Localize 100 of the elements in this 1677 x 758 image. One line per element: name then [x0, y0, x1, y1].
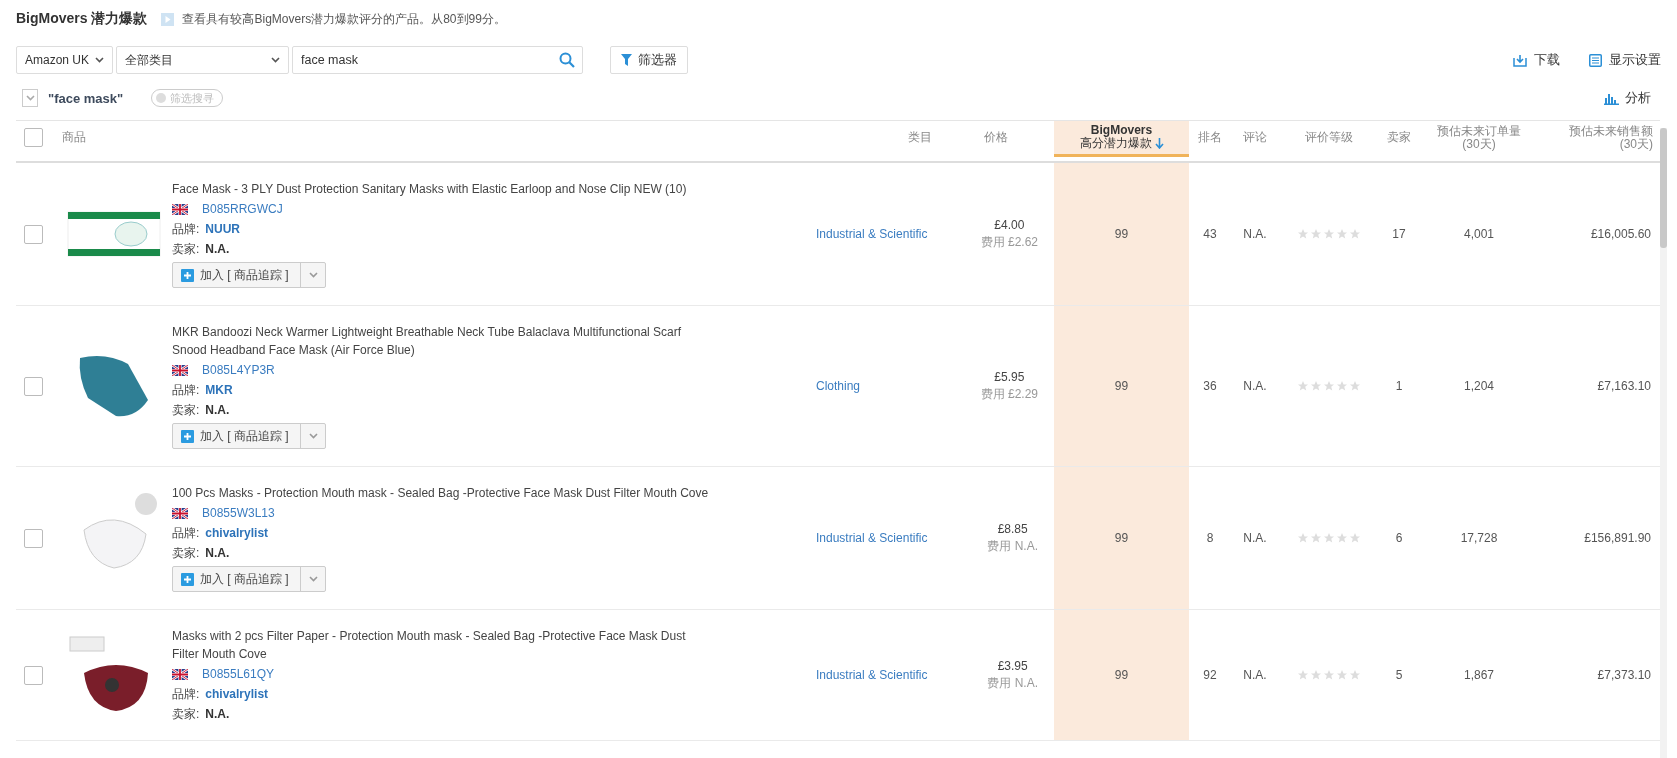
seller-value: N.A.	[205, 707, 230, 721]
column-header[interactable]: 预估未来订单量 (30天)	[1419, 121, 1539, 155]
asin-link[interactable]: B0855L61QY	[202, 667, 275, 681]
brand-label: 品牌:	[172, 524, 200, 542]
row-checkbox[interactable]	[24, 528, 43, 548]
seller-label: 卖家:	[172, 240, 200, 258]
sellers-text: 6	[1395, 531, 1403, 545]
page-title: BigMovers 潜力爆款	[16, 10, 148, 28]
fee-text: 费用 £2.29	[980, 385, 1038, 403]
orders-text: 4,001	[1464, 227, 1494, 241]
filter-button[interactable]: 筛选器	[610, 46, 688, 74]
sellers-text: 5	[1395, 668, 1403, 682]
category-dropdown[interactable]: 全部类目	[116, 46, 289, 74]
rank-text: 43	[1203, 227, 1217, 241]
add-to-tracking-button[interactable]: 加入 [ 商品追踪 ]	[173, 424, 301, 448]
brand-link[interactable]: chivalrylist	[205, 687, 269, 701]
column-header[interactable]: 预估未来销售额 (30天)	[1539, 121, 1659, 155]
category-link[interactable]: Industrial & Scientific	[816, 227, 928, 241]
caret-icon	[308, 272, 318, 278]
seller-value: N.A.	[205, 403, 230, 417]
seller-value: N.A.	[205, 546, 230, 560]
fee-text: 费用 N.A.	[987, 674, 1038, 692]
sales-text: £7,373.10	[1597, 668, 1651, 682]
row-checkbox[interactable]	[24, 224, 43, 244]
row-checkbox[interactable]	[24, 665, 43, 685]
column-header[interactable]: BigMovers 高分潜力爆款	[1054, 121, 1189, 157]
category-link[interactable]: Industrial & Scientific	[816, 531, 928, 545]
column-header[interactable]: 评论	[1231, 121, 1279, 155]
scrollbar[interactable]	[1660, 128, 1667, 758]
info-text: 查看具有较高BigMovers潜力爆款评分的产品。从80到99分。	[182, 10, 506, 28]
price-text: £8.85	[997, 521, 1028, 536]
caret-icon	[308, 433, 318, 439]
analyze-button[interactable]: 分析	[1604, 89, 1651, 107]
brand-label: 品牌:	[172, 685, 200, 703]
caret-icon	[95, 57, 104, 63]
star-icon	[1336, 669, 1348, 681]
filter-icon	[621, 54, 632, 66]
price-text: £4.00	[994, 217, 1025, 232]
select-all-checkbox[interactable]	[24, 128, 43, 148]
marketplace-dropdown[interactable]: Amazon UK	[16, 46, 113, 74]
search-field[interactable]: face mask	[292, 46, 583, 74]
add-to-tracking-button[interactable]: 加入 [ 商品追踪 ]	[173, 263, 301, 287]
category-link[interactable]: Clothing	[816, 379, 861, 393]
column-header[interactable]: 卖家	[1379, 121, 1419, 155]
asin-link[interactable]: B085RRGWCJ	[202, 202, 283, 216]
keyword-label: "face mask"	[48, 90, 124, 106]
column-header[interactable]: 类目	[808, 121, 938, 155]
seller-value: N.A.	[205, 242, 230, 256]
reviews-text: N.A.	[1243, 531, 1267, 545]
row-checkbox[interactable]	[24, 376, 43, 396]
bar-chart-icon	[1604, 91, 1619, 105]
column-header[interactable]: 价格	[938, 121, 1054, 155]
brand-label: 品牌:	[172, 381, 200, 399]
column-header[interactable]: 排名	[1189, 121, 1231, 155]
flag-icon	[172, 364, 188, 376]
brand-link[interactable]: MKR	[205, 383, 233, 397]
score-text: 99	[1114, 379, 1129, 393]
product-title: Masks with 2 pcs Filter Paper - Protection Mouth mask - Sealed Bag -Protective Face Mask Dust Filter Mouth Cove	[172, 628, 687, 663]
add-to-tracking-button[interactable]: 加入 [ 商品追踪 ]	[173, 567, 301, 591]
star-icon	[1349, 380, 1361, 392]
select-dropdown[interactable]	[22, 89, 38, 107]
star-icon	[1297, 380, 1309, 392]
star-icon	[1323, 228, 1335, 240]
seller-label: 卖家:	[172, 544, 200, 562]
display-settings-button[interactable]: 显示设置	[1589, 51, 1661, 69]
price-text: £5.95	[994, 369, 1025, 384]
asin-link[interactable]: B085L4YP3R	[202, 363, 275, 377]
flag-icon	[172, 507, 188, 519]
star-icon	[1297, 532, 1309, 544]
star-icon	[1323, 380, 1335, 392]
list-icon	[1589, 53, 1602, 67]
asin-link[interactable]: B0855W3L13	[202, 506, 275, 520]
orders-text: 1,867	[1464, 668, 1494, 682]
rank-text: 36	[1203, 379, 1217, 393]
price-text: £3.95	[997, 658, 1028, 673]
star-icon	[1349, 669, 1361, 681]
reviews-text: N.A.	[1243, 379, 1267, 393]
product-title: Face Mask - 3 PLY Dust Protection Sanitary Masks with Elastic Earloop and Nose Clip NEW (10)	[172, 181, 688, 198]
sales-text: £156,891.90	[1584, 531, 1651, 545]
category-link[interactable]: Industrial & Scientific	[816, 668, 928, 682]
star-icon	[1310, 669, 1322, 681]
caret-icon	[271, 57, 280, 63]
star-icon	[1310, 532, 1322, 544]
star-icon	[1310, 380, 1322, 392]
product-title: 100 Pcs Masks - Protection Mouth mask - Sealed Bag -Protective Face Mask Dust Filter Mouth Cove	[172, 485, 710, 502]
star-icon	[1336, 380, 1348, 392]
download-button[interactable]: 下载	[1513, 51, 1560, 69]
fee-text: 费用 N.A.	[987, 537, 1038, 555]
star-icon	[1323, 532, 1335, 544]
flag-icon	[172, 668, 188, 680]
sort-arrow-icon	[1154, 138, 1164, 150]
caret-icon	[25, 95, 35, 101]
brand-link[interactable]: chivalrylist	[205, 526, 269, 540]
reviews-text: N.A.	[1243, 227, 1267, 241]
plus-icon	[181, 268, 194, 282]
column-header[interactable]: 商品	[56, 121, 808, 155]
brand-link[interactable]: NUUR	[205, 222, 240, 236]
star-icon	[1336, 532, 1348, 544]
brand-label: 品牌:	[172, 220, 200, 238]
column-header[interactable]: 评价等级	[1279, 121, 1379, 155]
